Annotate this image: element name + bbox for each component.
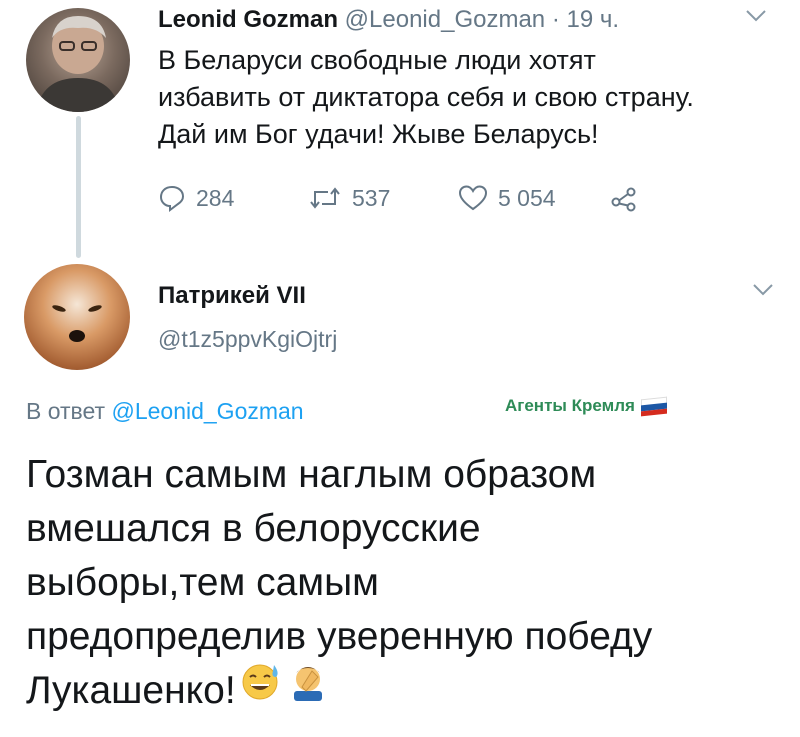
tweet2-text-line: Лукашенко! [26, 669, 236, 712]
share-icon [610, 184, 638, 212]
tweet1-time[interactable]: 19 ч. [566, 6, 619, 33]
reply-icon [158, 184, 186, 212]
retweet-button[interactable]: 537 [308, 178, 390, 218]
fox-eye [87, 303, 103, 314]
tweet2-text-line: предопределив уверенную победу [26, 615, 653, 658]
retweet-icon [308, 184, 342, 212]
retweet-count: 537 [352, 184, 391, 211]
tweet2-text-line: Гозман самым наглым образом [26, 453, 597, 496]
tweet1-text-line: Дай им Бог удачи! Жыве Беларусь! [158, 119, 599, 149]
sweat-smile-emoji-icon [240, 661, 284, 716]
fox-eye [51, 303, 67, 314]
leonid-gozman-avatar[interactable] [26, 8, 130, 112]
watermark: Агенты Кремля [505, 396, 667, 417]
tweet1-text-line: В Беларуси свободные люди хотят [158, 45, 596, 75]
tweet1-separator: · [545, 6, 567, 33]
tweet2-last-line: Лукашенко! [26, 664, 786, 720]
reply-count: 284 [196, 184, 235, 211]
like-count: 5 054 [498, 184, 556, 211]
reply-button[interactable]: 284 [158, 178, 234, 218]
replying-to: В ответ @Leonid_Gozman [26, 398, 304, 425]
tweet1-menu-chevron-icon[interactable] [745, 6, 767, 29]
fox-nose [69, 330, 85, 342]
like-button[interactable]: 5 054 [458, 178, 556, 218]
tweet1-text: В Беларуси свободные люди хотят избавить… [158, 42, 788, 153]
replying-prefix: В ответ [26, 398, 112, 424]
russian-flag-icon [640, 396, 667, 417]
patrikei-avatar[interactable] [24, 264, 130, 370]
tweet2-author-handle[interactable]: @t1z5ppvKgiOjtrj [158, 326, 337, 353]
replying-to-link[interactable]: @Leonid_Gozman [111, 398, 303, 424]
watermark-text: Агенты Кремля [505, 396, 635, 415]
tweet2-text-line: вмешался в белорусские [26, 507, 481, 550]
thread-connector-line [76, 116, 81, 258]
tweet1-actions: 284 537 5 054 [158, 178, 758, 218]
tweet2-text: Гозман самым наглым образом вмешался в б… [26, 448, 786, 720]
tweet1-header: Leonid Gozman @Leonid_Gozman · 19 ч. [158, 6, 619, 34]
like-icon [458, 184, 488, 212]
tweet2-author-name[interactable]: Патрикей VII [158, 282, 306, 310]
tweet1-text-line: избавить от диктатора себя и свою страну… [158, 82, 694, 112]
tweet2-text-line: выборы,тем самым [26, 561, 379, 604]
avatar-portrait-image [36, 16, 120, 112]
tweet2-menu-chevron-icon[interactable] [752, 280, 774, 303]
share-button[interactable] [610, 178, 638, 218]
tweet1-author-handle[interactable]: @Leonid_Gozman [345, 6, 545, 33]
tweet1-author-name[interactable]: Leonid Gozman [158, 6, 338, 33]
facepalm-emoji-icon [288, 661, 328, 716]
